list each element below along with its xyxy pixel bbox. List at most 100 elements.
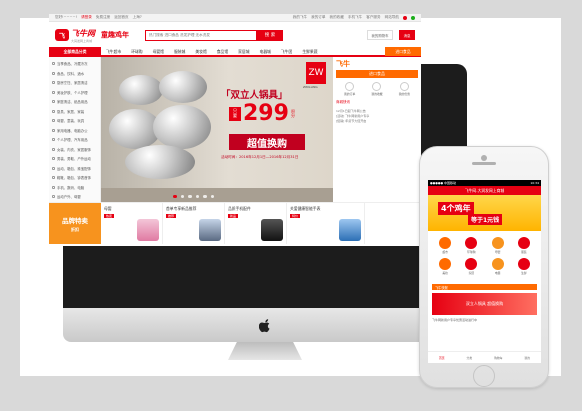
- category-item[interactable]: 运动户外、母婴: [49, 192, 100, 202]
- category-item[interactable]: 手机、数码、电脑: [49, 183, 100, 193]
- mobile-tab-bar: 首页 分类 购物车 我的: [428, 351, 541, 363]
- quick-links: 我的订单 我的收藏 我的优惠: [336, 82, 418, 96]
- search-button[interactable]: 搜 索: [257, 29, 283, 41]
- nav-item[interactable]: 生鲜果蔬: [297, 49, 322, 55]
- topbar-link-service[interactable]: 客户服务: [366, 15, 380, 20]
- nav-item[interactable]: 母婴馆: [148, 49, 169, 55]
- category-item[interactable]: 美妆护肤、个人护理: [49, 88, 100, 98]
- category-item[interactable]: 个人护理、汽车用品: [49, 135, 100, 145]
- category-item[interactable]: 女装、内衣、家居服饰: [49, 145, 100, 155]
- carousel-dot[interactable]: [188, 194, 192, 198]
- mobile-icon-item[interactable]: 家居: [458, 258, 484, 275]
- search-input[interactable]: [145, 29, 257, 41]
- carousel-dot[interactable]: [180, 194, 184, 198]
- nav-promo-button[interactable]: 进口食品: [385, 47, 421, 56]
- product-badge: 新品: [228, 214, 239, 218]
- category-item[interactable]: 家庭清洁、纸品用品: [49, 97, 100, 107]
- site-header: 飞 飞牛网 大润发网上商城 童趣鸡年 搜 索 我的购物车 消息: [49, 22, 421, 48]
- category-sidebar: 当季食品、冷藏冷冻 食品、饮料、酒水 厨房烹饪、家居清洁 美妆护肤、个人护理 家…: [49, 57, 101, 202]
- phone-accessory-image: [261, 219, 283, 241]
- carousel-dot[interactable]: [173, 194, 177, 198]
- tab-category[interactable]: 分类: [467, 356, 473, 360]
- location[interactable]: 上海?: [133, 15, 142, 20]
- nav-item[interactable]: 食品馆: [212, 49, 233, 55]
- carousel-dot[interactable]: [210, 194, 214, 198]
- carousel-dot[interactable]: [203, 194, 207, 198]
- nav-item[interactable]: 电器城: [255, 49, 276, 55]
- news-item[interactable]: [促销] 年货节大促开启: [336, 119, 418, 124]
- nav-item[interactable]: 家居城: [233, 49, 254, 55]
- all-categories-button[interactable]: 全部商品分类: [49, 47, 101, 56]
- category-item[interactable]: 食品、饮料、酒水: [49, 69, 100, 79]
- news-list: 12月1日起飞牛网公告 [活动] 飞牛网新用户专享 [促销] 年货节大促开启: [336, 109, 418, 123]
- nav-item[interactable]: 服装城: [169, 49, 190, 55]
- category-label: 当季食品、冷藏冷冻: [57, 62, 88, 67]
- category-item[interactable]: 男装、男鞋、户外运动: [49, 154, 100, 164]
- mobile-icon-item[interactable]: 超市: [432, 237, 458, 254]
- shop-link[interactable]: 返回首页: [114, 15, 128, 20]
- category-label: 家庭清洁、纸品用品: [57, 100, 88, 105]
- logo-text: 飞牛网: [71, 28, 95, 38]
- product-card[interactable]: 首单专享新品推荐 推荐: [163, 203, 225, 244]
- wechat-icon[interactable]: [411, 15, 415, 20]
- category-item[interactable]: 厨具、家居、家装: [49, 107, 100, 117]
- quick-link[interactable]: 我的收藏: [371, 82, 383, 96]
- topbar-link-orders[interactable]: 我的订单: [311, 15, 325, 20]
- mobile-icon-item[interactable]: 服装: [511, 237, 537, 254]
- mobile-icon-item[interactable]: 生鲜: [511, 258, 537, 275]
- mobile-banner[interactable]: 4个鸡年 等于1元钱: [428, 195, 541, 231]
- mobile-news-line[interactable]: 飞牛网新用户专享优惠活动进行中: [432, 318, 537, 322]
- promo-label[interactable]: 进口食品: [336, 70, 418, 78]
- tab-home[interactable]: 首页: [439, 356, 445, 360]
- category-item[interactable]: 母婴、童装、玩具: [49, 116, 100, 126]
- category-item[interactable]: 运动、箱包、珠宝配饰: [49, 164, 100, 174]
- login-link[interactable]: 请登录: [81, 15, 92, 20]
- mobile-icon-item[interactable]: 电器: [485, 258, 511, 275]
- mobile-icon-label: 电器: [494, 271, 501, 275]
- topbar-link-mobile[interactable]: 手机飞牛: [348, 15, 362, 20]
- weibo-icon[interactable]: [403, 15, 407, 20]
- topbar-link-sitemap[interactable]: 网站导航: [385, 15, 399, 20]
- product-card[interactable]: 母婴 热卖: [101, 203, 163, 244]
- cart-button[interactable]: 我的购物车: [367, 30, 393, 40]
- home-button[interactable]: [473, 365, 495, 387]
- carousel-dot[interactable]: [195, 194, 199, 198]
- quick-link[interactable]: 我的优惠: [399, 82, 410, 96]
- mobile-icon-item[interactable]: 母婴: [485, 237, 511, 254]
- price-unit: 积分: [290, 108, 295, 118]
- tab-mine[interactable]: 我的: [524, 356, 530, 360]
- topbar-link-account[interactable]: 我的飞牛: [293, 15, 307, 20]
- mobile-icon-item[interactable]: 环球购: [458, 237, 484, 254]
- nav-item[interactable]: 飞牛超市: [101, 49, 126, 55]
- category-label: 美妆护肤、个人护理: [57, 90, 88, 95]
- topbar-link-favorites[interactable]: 我的收藏: [330, 15, 344, 20]
- deal-button[interactable]: 超值换购: [229, 134, 305, 150]
- greeting: 您好!~~~~!: [55, 15, 78, 19]
- logo-mark: 飞: [55, 29, 69, 41]
- site-logo[interactable]: 飞 飞牛网 大润发网上商城: [55, 28, 95, 43]
- category-item[interactable]: 当季食品、冷藏冷冻: [49, 59, 100, 69]
- special-sale-tile[interactable]: 品牌特卖 折扣: [49, 203, 101, 244]
- product-card[interactable]: 关爱健康智能手表 特价: [287, 203, 365, 244]
- category-label: 运动、箱包、珠宝配饰: [57, 166, 91, 171]
- mobile-icon-item[interactable]: 美妆: [432, 258, 458, 275]
- nav-item[interactable]: 美妆馆: [190, 49, 211, 55]
- category-item[interactable]: 鞋靴、箱包、钟表首饰: [49, 173, 100, 183]
- register-link[interactable]: 免费注册: [96, 15, 110, 20]
- category-item[interactable]: 家用电器、电脑办公: [49, 126, 100, 136]
- special-title: 品牌特卖: [62, 216, 88, 225]
- hero-banner[interactable]: ZW ZWILLING 「双立人锅具」 只要 299 积分 超值换购 活动时间：…: [101, 57, 333, 202]
- carrier: ●●●●● 中国移动: [430, 181, 457, 185]
- category-label: 手机、数码、电脑: [57, 185, 85, 190]
- child-image: [199, 219, 221, 241]
- quick-link[interactable]: 我的订单: [344, 82, 355, 96]
- nav-item[interactable]: 飞牛团: [276, 49, 297, 55]
- category-item[interactable]: 厨房烹饪、家居清洁: [49, 78, 100, 88]
- message-button[interactable]: 消息: [399, 30, 415, 40]
- product-card[interactable]: 品质手机配件 新品: [225, 203, 287, 244]
- clock: 10:34: [530, 181, 539, 185]
- tab-cart[interactable]: 购物车: [494, 356, 502, 360]
- nav-item[interactable]: 环球购: [126, 49, 147, 55]
- mobile-promo-banner[interactable]: 双立人锅具 超值换购: [432, 293, 537, 315]
- clothing-icon: [517, 237, 530, 249]
